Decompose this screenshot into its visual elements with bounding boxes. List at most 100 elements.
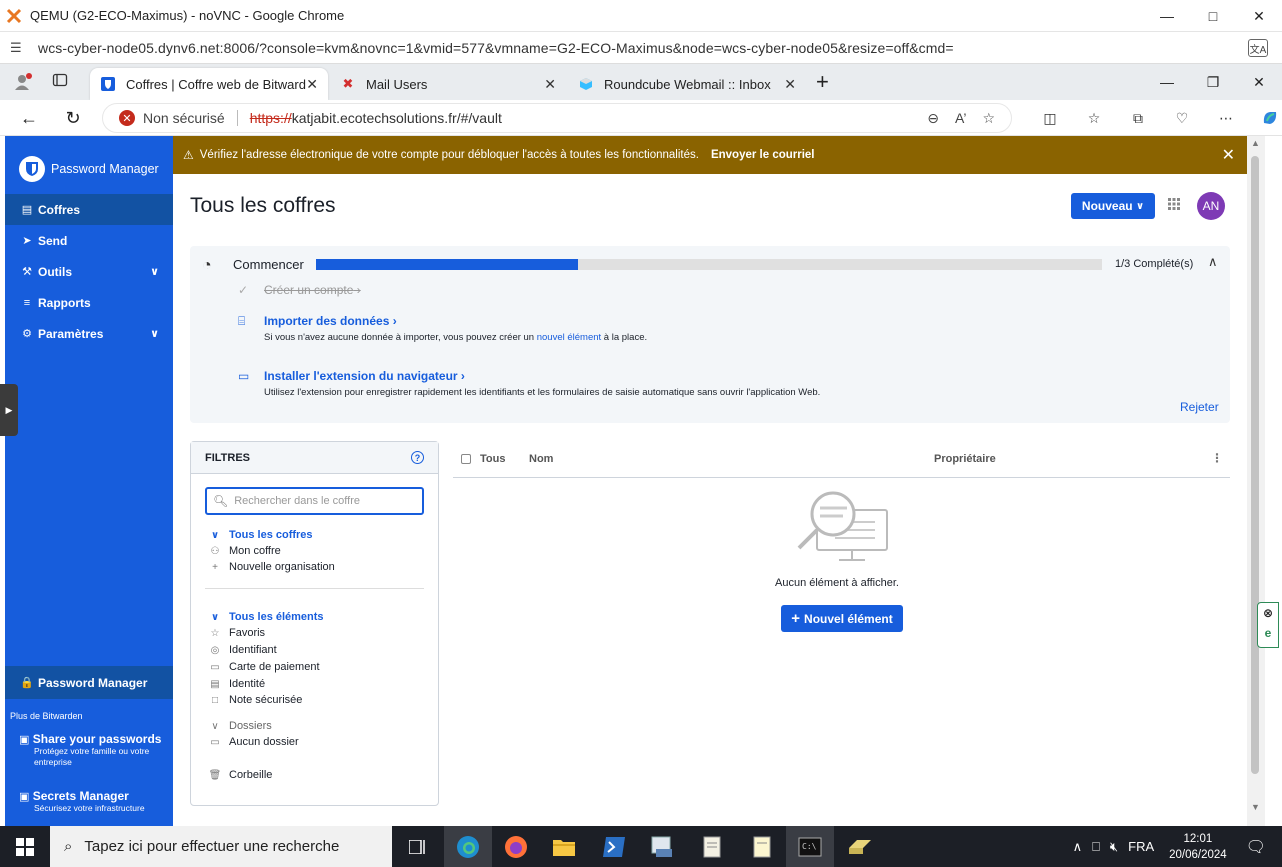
sidebar-item-reports[interactable]: ≡ Rapports [5,287,173,318]
avatar[interactable]: AN [1197,192,1225,220]
network-icon[interactable]: ⎕ [1092,839,1100,855]
new-button[interactable]: Nouveau ∨ [1071,193,1155,219]
sidebar-item-settings[interactable]: ⚙ Paramètres ∨ [5,318,173,349]
tab-bitwarden[interactable]: Coffres | Coffre web de Bitwarden ✕ [90,68,328,100]
outer-url[interactable]: wcs-cyber-node05.dynv6.net:8006/?console… [38,40,954,56]
more-options-icon[interactable]: ⋮ [1211,451,1223,465]
windows-start-icon[interactable] [0,826,50,867]
read-aloud-icon[interactable]: A’ [955,110,966,127]
maximize-icon[interactable]: □ [1190,0,1236,32]
browser-essentials-icon[interactable]: ♡ [1160,108,1204,128]
close-circle-icon[interactable]: ⊗ [1258,603,1278,623]
lock-icon: 🔒 [20,677,34,689]
url-field[interactable]: ✕ Non sécurisé https:// katjabit.ecotech… [102,103,1012,133]
taskbar-search[interactable]: ⌕ Tapez ici pour effectuer une recherche [50,826,392,867]
volume-muted-icon[interactable]: 🔇︎ [1110,839,1118,855]
file-explorer-icon[interactable] [540,826,588,867]
close-banner-icon[interactable]: ✕ [1222,145,1235,165]
chevron-up-icon[interactable]: ∧ [1073,839,1083,855]
col-all[interactable]: Tous [480,453,505,465]
filter-all-vaults[interactable]: ∨ Tous les coffres [207,529,313,541]
minimize-icon[interactable]: — [1144,0,1190,32]
edge-taskbar-icon[interactable] [444,826,492,867]
send-email-link[interactable]: Envoyer le courriel [711,149,815,161]
help-icon[interactable]: ? [411,451,424,464]
script-icon[interactable] [688,826,736,867]
edge-e-icon[interactable]: e [1258,623,1278,643]
mail-icon: ✖ [342,76,354,91]
progress-bar [316,259,1102,270]
search-input[interactable] [234,495,415,507]
filter-login[interactable]: ◎ Identifiant [207,644,277,656]
filter-trash[interactable]: 🗑︎ Corbeille [207,769,273,781]
app-drive-icon[interactable] [836,826,884,867]
filter-no-folder[interactable]: ▭ Aucun dossier [207,736,298,748]
scrollbar[interactable]: ▲ ▼ [1247,136,1265,826]
powershell-icon[interactable] [590,826,638,867]
language-indicator[interactable]: FRA [1128,839,1154,854]
close-icon[interactable]: ✕ [1236,64,1282,100]
restore-icon[interactable]: ❐ [1190,64,1236,100]
chevron-down-icon: ∨ [210,611,220,623]
tab-mail-users[interactable]: ✖ Mail Users ✕ [330,68,566,100]
firefox-taskbar-icon[interactable] [492,826,540,867]
brand[interactable]: Password Manager [19,156,159,182]
new-item-link[interactable]: nouvel élément [537,332,601,343]
tab-close-icon[interactable]: ✕ [784,76,796,93]
novnc-panel-toggle[interactable]: ▶ [0,384,18,436]
terminal-icon[interactable]: C:\ [786,826,834,867]
tab-close-icon[interactable]: ✕ [306,76,318,93]
new-item-button[interactable]: + Nouvel élément [781,605,903,632]
collections-icon[interactable]: ⧉ [1116,108,1160,128]
clock[interactable]: 12:01 20/06/2024 [1169,831,1227,863]
filter-card[interactable]: ▭ Carte de paiement [207,661,319,673]
col-name[interactable]: Nom [529,453,553,465]
notepad-icon[interactable] [738,826,786,867]
filter-favorites[interactable]: ☆ Favoris [207,627,266,639]
split-screen-icon[interactable]: ◫ [1028,108,1072,128]
product-switcher-password-manager[interactable]: 🔒 Password Manager [5,666,173,699]
task-view-icon[interactable] [394,826,442,867]
favorite-star-icon[interactable]: ☆ [982,110,995,127]
filter-identity[interactable]: ▤ Identité [207,678,265,690]
filter-folders[interactable]: ∨ Dossiers [207,720,271,732]
sidebar-item-send[interactable]: ➤ Send [5,225,173,256]
col-owner[interactable]: Propriétaire [934,453,996,465]
scrollbar-thumb[interactable] [1251,156,1259,774]
filter-new-org[interactable]: + Nouvelle organisation [207,561,335,573]
filter-my-vault[interactable]: ⚇ Mon coffre [207,545,281,557]
security-label[interactable]: Non sécurisé [143,110,225,126]
sidebar-item-vaults[interactable]: ▤ Coffres [5,194,173,225]
profile-icon[interactable] [10,70,36,94]
tab-roundcube[interactable]: Roundcube Webmail :: Inbox ✕ [568,68,806,100]
promo-secrets-manager[interactable]: ▣ Secrets Manager Sécurisez votre infras… [19,789,169,814]
scroll-up-icon[interactable]: ▲ [1251,138,1260,148]
server-manager-icon[interactable] [638,826,686,867]
filter-secure-note[interactable]: □ Note sécurisée [207,694,302,706]
insecure-icon[interactable]: ✕ [119,110,135,126]
sidebar-item-tools[interactable]: ⚒ Outils ∨ [5,256,173,287]
tab-actions-icon[interactable] [52,72,70,90]
select-all-checkbox[interactable] [461,454,471,464]
close-icon[interactable]: ✕ [1236,0,1282,32]
dismiss-link[interactable]: Rejeter [1180,400,1219,414]
site-settings-icon[interactable]: ☰ [10,40,26,56]
minimize-icon[interactable]: — [1144,64,1190,100]
new-tab-icon[interactable]: + [816,71,829,93]
scroll-down-icon[interactable]: ▼ [1251,802,1260,812]
chevron-up-icon[interactable]: ∧ [1208,254,1218,270]
product-grid-icon[interactable] [1168,198,1184,214]
more-icon[interactable]: ⋯ [1204,108,1248,128]
zoom-icon[interactable]: ⊖ [927,110,939,127]
promo-share-passwords[interactable]: ▣ Share your passwords Protégez votre fa… [19,732,169,768]
copilot-icon[interactable] [1248,108,1282,128]
vault-search[interactable]: 🔍︎ [205,487,424,515]
side-extension-tab[interactable]: ⊗ e [1257,602,1279,648]
tab-close-icon[interactable]: ✕ [544,76,556,93]
notifications-icon[interactable]: 🗨︎ [1246,837,1266,857]
back-icon[interactable]: ← [16,106,42,130]
filter-all-items[interactable]: ∨ Tous les éléments [207,611,324,623]
refresh-icon[interactable]: ↻ [60,106,86,130]
translate-icon[interactable]: 文A [1248,39,1268,57]
favorites-icon[interactable]: ☆ [1072,108,1116,128]
